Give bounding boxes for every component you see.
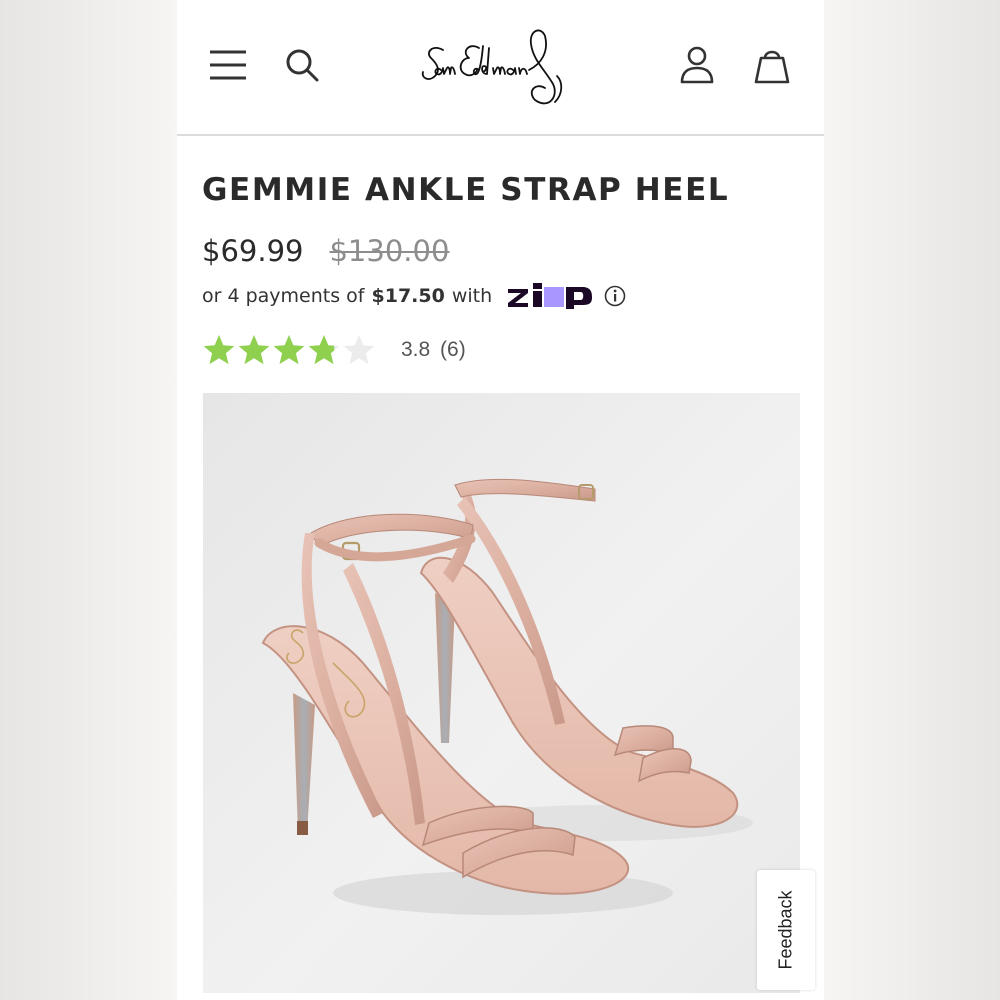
star-icon	[308, 335, 340, 365]
account-icon[interactable]	[680, 46, 714, 84]
feedback-tab[interactable]: Feedback	[757, 870, 815, 990]
product-photo[interactable]	[203, 393, 800, 993]
backdrop-left	[0, 0, 177, 1000]
installment-amount: $17.50	[371, 285, 445, 307]
star-icon	[273, 335, 305, 365]
sam-edelman-logo[interactable]	[417, 26, 587, 112]
zip-logo[interactable]	[506, 283, 593, 309]
backdrop-right	[824, 0, 1000, 1000]
installment-prefix: or 4 payments of	[202, 285, 365, 307]
rating-summary: 3.8 (6)	[401, 338, 466, 362]
review-count: (6)	[440, 338, 466, 361]
feedback-label: Feedback	[775, 890, 796, 970]
rating-row[interactable]: 3.8 (6)	[202, 333, 466, 367]
product-title: GEMMIE ANKLE STRAP HEEL	[202, 172, 730, 208]
star-icon	[238, 335, 270, 365]
star-icon	[343, 335, 375, 365]
star-icon	[203, 335, 235, 365]
search-icon[interactable]	[284, 47, 320, 83]
sandal-illustration	[203, 393, 800, 993]
rating-value: 3.8	[401, 338, 431, 361]
shopping-bag-icon[interactable]	[754, 46, 790, 84]
star-rating	[202, 333, 377, 367]
price-row: $69.99 $130.00	[202, 234, 449, 268]
site-header	[177, 0, 824, 136]
installment-row: or 4 payments of $17.50 with	[202, 283, 626, 309]
sale-price: $69.99	[202, 234, 304, 268]
info-icon[interactable]	[604, 285, 626, 307]
original-price: $130.00	[329, 234, 450, 268]
mobile-page: GEMMIE ANKLE STRAP HEEL $69.99 $130.00 or…	[177, 0, 824, 1000]
menu-icon[interactable]	[209, 48, 247, 82]
installment-suffix: with	[451, 285, 493, 307]
